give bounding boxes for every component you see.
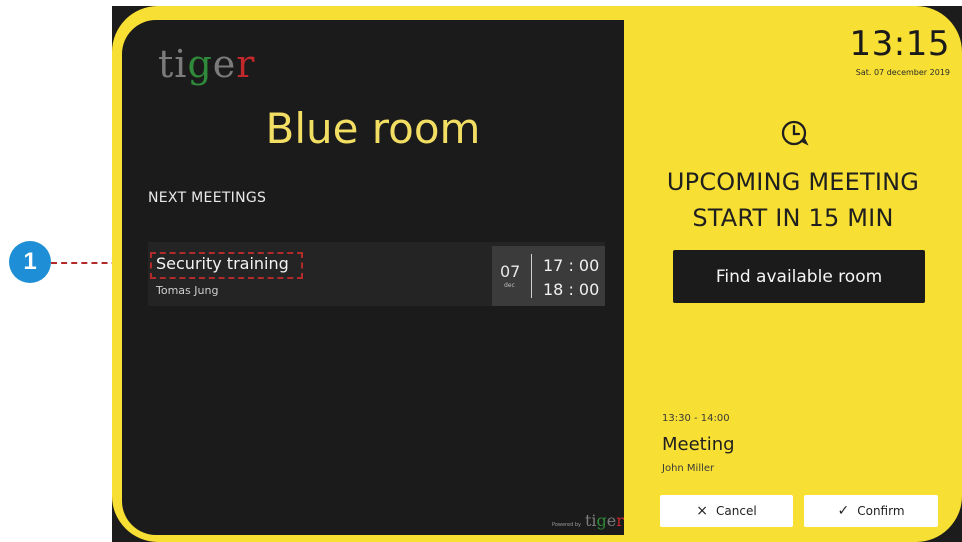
callout-badge-1: 1 — [9, 241, 51, 283]
timer-icon — [781, 120, 809, 146]
logo-part-4: r — [236, 42, 256, 86]
find-available-room-button[interactable]: Find available room — [673, 250, 925, 303]
room-display-device: tiger Blue room NEXT MEETINGS Security t… — [112, 6, 962, 542]
mini-logo-part-4: r — [616, 511, 624, 530]
mini-logo-part-3: e — [606, 511, 617, 530]
logo-part-3: e — [212, 42, 237, 86]
confirm-button[interactable]: ✓ Confirm — [804, 495, 938, 527]
meeting-organizer: Tomas Jung — [156, 284, 219, 297]
meeting-month: dec — [504, 282, 515, 289]
check-icon: ✓ — [837, 503, 850, 519]
logo-part-1: ti — [158, 42, 188, 86]
tiger-logo: tiger — [158, 42, 255, 86]
upcoming-meeting-organizer: John Miller — [662, 463, 715, 474]
powered-by: Powered by tiger — [552, 511, 624, 530]
upcoming-status-line-2: START IN 15 MIN — [692, 204, 894, 232]
upcoming-status-line-1: UPCOMING MEETING — [666, 168, 920, 196]
cancel-button[interactable]: × Cancel — [660, 495, 793, 527]
room-info-panel: tiger Blue room NEXT MEETINGS Security t… — [122, 20, 624, 535]
meeting-row[interactable]: Security training Tomas Jung 07 dec 17 :… — [148, 242, 605, 306]
callout-highlight-box — [150, 252, 303, 279]
upcoming-meeting-title: Meeting — [662, 434, 735, 455]
close-icon: × — [696, 503, 709, 519]
current-date: Sat. 07 december 2019 — [855, 68, 950, 77]
current-time: 13:15 — [849, 24, 950, 64]
confirm-label: Confirm — [857, 504, 905, 518]
meeting-end-time: 18 : 00 — [543, 280, 600, 299]
next-meetings-heading: NEXT MEETINGS — [148, 190, 267, 206]
cancel-label: Cancel — [716, 504, 757, 518]
mini-logo-part-1: ti — [584, 511, 597, 530]
upcoming-meeting-time: 13:30 - 14:00 — [662, 413, 730, 424]
room-name: Blue room — [265, 104, 481, 153]
logo-part-2: g — [187, 42, 213, 86]
time-divider — [531, 254, 532, 298]
meeting-day: 07 — [500, 262, 521, 281]
mini-logo-part-2: g — [596, 511, 607, 530]
tiger-mini-logo: tiger — [585, 511, 624, 530]
meeting-time-box: 07 dec 17 : 00 18 : 00 — [492, 246, 605, 306]
meeting-start-time: 17 : 00 — [543, 256, 600, 275]
powered-by-label: Powered by — [552, 522, 581, 528]
